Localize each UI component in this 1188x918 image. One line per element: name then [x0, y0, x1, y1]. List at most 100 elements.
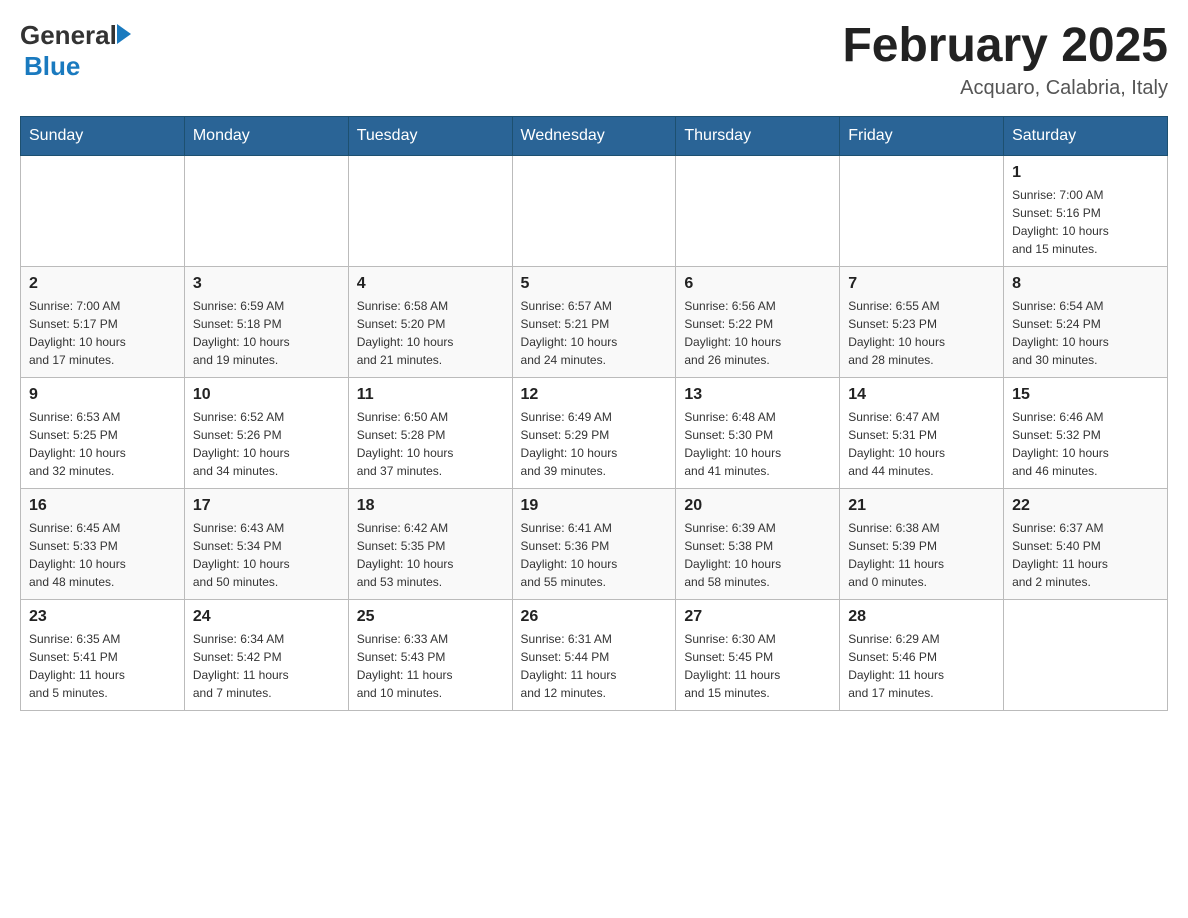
calendar-cell: 17 Sunrise: 6:43 AM Sunset: 5:34 PM Dayli…	[184, 488, 348, 599]
calendar-cell: 28 Sunrise: 6:29 AM Sunset: 5:46 PM Dayli…	[840, 599, 1004, 710]
day-number: 13	[684, 386, 831, 404]
day-info: Sunrise: 6:29 AM Sunset: 5:46 PM Dayligh…	[848, 630, 995, 702]
calendar-cell: 13 Sunrise: 6:48 AM Sunset: 5:30 PM Dayli…	[676, 377, 840, 488]
calendar-cell: 9 Sunrise: 6:53 AM Sunset: 5:25 PM Daylig…	[21, 377, 185, 488]
day-info: Sunrise: 6:53 AM Sunset: 5:25 PM Dayligh…	[29, 408, 176, 480]
day-info: Sunrise: 6:47 AM Sunset: 5:31 PM Dayligh…	[848, 408, 995, 480]
day-info: Sunrise: 6:58 AM Sunset: 5:20 PM Dayligh…	[357, 297, 504, 369]
header-row: SundayMondayTuesdayWednesdayThursdayFrid…	[21, 116, 1168, 155]
day-info: Sunrise: 6:56 AM Sunset: 5:22 PM Dayligh…	[684, 297, 831, 369]
calendar-cell	[676, 155, 840, 266]
day-info: Sunrise: 6:59 AM Sunset: 5:18 PM Dayligh…	[193, 297, 340, 369]
calendar-cell: 7 Sunrise: 6:55 AM Sunset: 5:23 PM Daylig…	[840, 266, 1004, 377]
day-info: Sunrise: 6:42 AM Sunset: 5:35 PM Dayligh…	[357, 519, 504, 591]
day-info: Sunrise: 7:00 AM Sunset: 5:16 PM Dayligh…	[1012, 186, 1159, 258]
calendar-cell: 23 Sunrise: 6:35 AM Sunset: 5:41 PM Dayli…	[21, 599, 185, 710]
day-info: Sunrise: 6:57 AM Sunset: 5:21 PM Dayligh…	[521, 297, 668, 369]
day-info: Sunrise: 6:41 AM Sunset: 5:36 PM Dayligh…	[521, 519, 668, 591]
day-header-tuesday: Tuesday	[348, 116, 512, 155]
day-number: 25	[357, 608, 504, 626]
day-number: 12	[521, 386, 668, 404]
day-number: 10	[193, 386, 340, 404]
day-info: Sunrise: 6:31 AM Sunset: 5:44 PM Dayligh…	[521, 630, 668, 702]
calendar-cell	[348, 155, 512, 266]
logo-arrow-icon	[117, 24, 131, 44]
calendar-cell: 18 Sunrise: 6:42 AM Sunset: 5:35 PM Dayli…	[348, 488, 512, 599]
calendar-cell	[21, 155, 185, 266]
day-info: Sunrise: 6:55 AM Sunset: 5:23 PM Dayligh…	[848, 297, 995, 369]
day-info: Sunrise: 6:46 AM Sunset: 5:32 PM Dayligh…	[1012, 408, 1159, 480]
day-info: Sunrise: 6:35 AM Sunset: 5:41 PM Dayligh…	[29, 630, 176, 702]
calendar-cell: 25Sunrise: 6:33 AM Sunset: 5:43 PM Dayli…	[348, 599, 512, 710]
day-number: 4	[357, 275, 504, 293]
calendar-cell: 22 Sunrise: 6:37 AM Sunset: 5:40 PM Dayli…	[1004, 488, 1168, 599]
calendar-cell: 14 Sunrise: 6:47 AM Sunset: 5:31 PM Dayli…	[840, 377, 1004, 488]
day-number: 23	[29, 608, 176, 626]
day-number: 5	[521, 275, 668, 293]
page-header: General Blue February 2025 Acquaro, Cala…	[20, 20, 1168, 100]
day-number: 16	[29, 497, 176, 515]
day-info: Sunrise: 6:48 AM Sunset: 5:30 PM Dayligh…	[684, 408, 831, 480]
logo: General Blue	[20, 20, 131, 82]
day-info: Sunrise: 6:45 AM Sunset: 5:33 PM Dayligh…	[29, 519, 176, 591]
calendar-cell: 8Sunrise: 6:54 AM Sunset: 5:24 PM Daylig…	[1004, 266, 1168, 377]
day-number: 14	[848, 386, 995, 404]
day-info: Sunrise: 6:49 AM Sunset: 5:29 PM Dayligh…	[521, 408, 668, 480]
location-title: Acquaro, Calabria, Italy	[842, 77, 1168, 100]
calendar-cell: 21 Sunrise: 6:38 AM Sunset: 5:39 PM Dayli…	[840, 488, 1004, 599]
day-info: Sunrise: 6:38 AM Sunset: 5:39 PM Dayligh…	[848, 519, 995, 591]
day-number: 9	[29, 386, 176, 404]
calendar-cell: 27 Sunrise: 6:30 AM Sunset: 5:45 PM Dayli…	[676, 599, 840, 710]
day-number: 21	[848, 497, 995, 515]
day-number: 17	[193, 497, 340, 515]
calendar-cell: 19 Sunrise: 6:41 AM Sunset: 5:36 PM Dayli…	[512, 488, 676, 599]
day-number: 2	[29, 275, 176, 293]
day-header-thursday: Thursday	[676, 116, 840, 155]
logo-blue: Blue	[24, 51, 80, 82]
calendar-cell: 15Sunrise: 6:46 AM Sunset: 5:32 PM Dayli…	[1004, 377, 1168, 488]
day-number: 8	[1012, 275, 1159, 293]
day-info: Sunrise: 6:34 AM Sunset: 5:42 PM Dayligh…	[193, 630, 340, 702]
day-info: Sunrise: 6:30 AM Sunset: 5:45 PM Dayligh…	[684, 630, 831, 702]
calendar-cell: 11 Sunrise: 6:50 AM Sunset: 5:28 PM Dayli…	[348, 377, 512, 488]
day-number: 27	[684, 608, 831, 626]
day-info: Sunrise: 6:43 AM Sunset: 5:34 PM Dayligh…	[193, 519, 340, 591]
calendar-cell: 26 Sunrise: 6:31 AM Sunset: 5:44 PM Dayli…	[512, 599, 676, 710]
calendar-week-2: 2 Sunrise: 7:00 AM Sunset: 5:17 PM Daylig…	[21, 266, 1168, 377]
calendar-cell: 1 Sunrise: 7:00 AM Sunset: 5:16 PM Daylig…	[1004, 155, 1168, 266]
calendar-week-3: 9 Sunrise: 6:53 AM Sunset: 5:25 PM Daylig…	[21, 377, 1168, 488]
calendar-cell: 12 Sunrise: 6:49 AM Sunset: 5:29 PM Dayli…	[512, 377, 676, 488]
day-number: 20	[684, 497, 831, 515]
day-number: 24	[193, 608, 340, 626]
day-number: 7	[848, 275, 995, 293]
day-number: 1	[1012, 164, 1159, 182]
day-info: Sunrise: 6:37 AM Sunset: 5:40 PM Dayligh…	[1012, 519, 1159, 591]
day-info: Sunrise: 6:39 AM Sunset: 5:38 PM Dayligh…	[684, 519, 831, 591]
calendar-cell: 3Sunrise: 6:59 AM Sunset: 5:18 PM Daylig…	[184, 266, 348, 377]
day-header-wednesday: Wednesday	[512, 116, 676, 155]
calendar-week-5: 23 Sunrise: 6:35 AM Sunset: 5:41 PM Dayli…	[21, 599, 1168, 710]
day-header-friday: Friday	[840, 116, 1004, 155]
day-number: 11	[357, 386, 504, 404]
day-header-saturday: Saturday	[1004, 116, 1168, 155]
calendar-cell: 10 Sunrise: 6:52 AM Sunset: 5:26 PM Dayli…	[184, 377, 348, 488]
day-number: 19	[521, 497, 668, 515]
calendar-week-1: 1 Sunrise: 7:00 AM Sunset: 5:16 PM Daylig…	[21, 155, 1168, 266]
day-number: 22	[1012, 497, 1159, 515]
calendar-cell	[840, 155, 1004, 266]
day-info: Sunrise: 6:52 AM Sunset: 5:26 PM Dayligh…	[193, 408, 340, 480]
calendar-cell: 6Sunrise: 6:56 AM Sunset: 5:22 PM Daylig…	[676, 266, 840, 377]
day-info: Sunrise: 6:50 AM Sunset: 5:28 PM Dayligh…	[357, 408, 504, 480]
day-info: Sunrise: 7:00 AM Sunset: 5:17 PM Dayligh…	[29, 297, 176, 369]
day-number: 18	[357, 497, 504, 515]
month-title: February 2025	[842, 20, 1168, 73]
calendar-cell: 5 Sunrise: 6:57 AM Sunset: 5:21 PM Daylig…	[512, 266, 676, 377]
day-number: 28	[848, 608, 995, 626]
calendar-cell: 2 Sunrise: 7:00 AM Sunset: 5:17 PM Daylig…	[21, 266, 185, 377]
calendar-table: SundayMondayTuesdayWednesdayThursdayFrid…	[20, 116, 1168, 711]
day-header-monday: Monday	[184, 116, 348, 155]
calendar-cell	[1004, 599, 1168, 710]
calendar-cell: 16 Sunrise: 6:45 AM Sunset: 5:33 PM Dayli…	[21, 488, 185, 599]
day-number: 26	[521, 608, 668, 626]
calendar-cell: 24 Sunrise: 6:34 AM Sunset: 5:42 PM Dayli…	[184, 599, 348, 710]
